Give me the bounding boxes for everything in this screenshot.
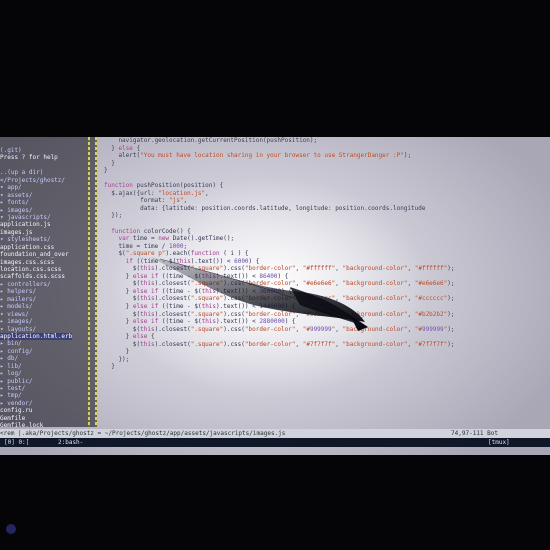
tmux-window-tab[interactable]: 2:bash- <box>58 438 83 447</box>
cursor-position: 74,97-111 Bot <box>451 430 498 437</box>
tmux-session-label[interactable]: [0] 0:[ <box>4 438 29 447</box>
feather-wallpaper <box>150 257 368 331</box>
statusline-prefix: <rem |.aka/Projects/ghostz = <box>0 430 102 437</box>
statusline-path: ~/Projects/ghostz/app/assets/javascripts… <box>104 430 286 437</box>
monitor-photo: (.git) Press ? for help ..(up a dir) </Pro… <box>0 0 550 550</box>
vim-statusline: <rem |.aka/Projects/ghostz = ~/Projects/… <box>0 429 550 438</box>
tmux-statusbar: [0] 0:[ 2:bash- [tmux] <box>0 438 550 447</box>
reflection-glare <box>6 524 16 534</box>
terminal-screen: (.git) Press ? for help ..(up a dir) </Pro… <box>0 137 550 455</box>
tmux-label: [tmux] <box>488 439 510 446</box>
